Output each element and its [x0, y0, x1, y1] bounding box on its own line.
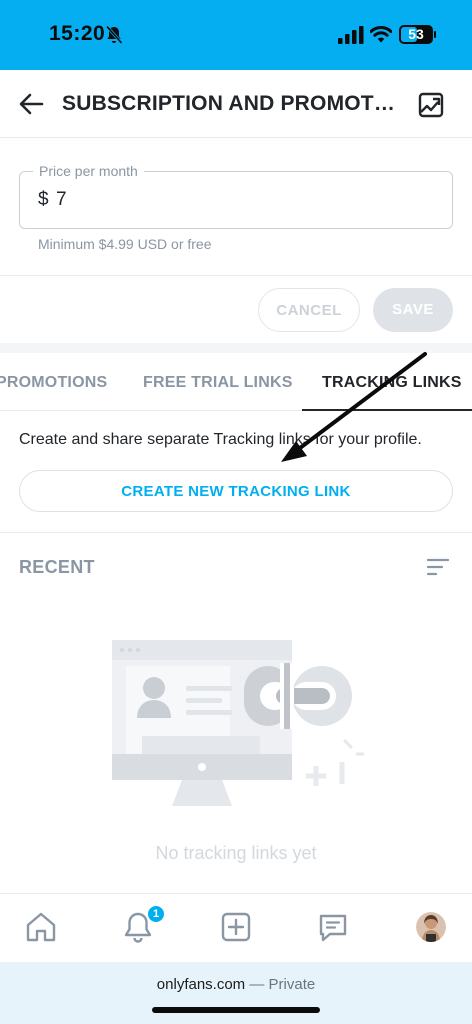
- recent-heading: RECENT: [19, 557, 95, 577]
- tab-promotions[interactable]: PROMOTIONS: [0, 374, 107, 392]
- tab-tracking-links[interactable]: TRACKING LINKS: [322, 374, 462, 392]
- tab-free-trial-links[interactable]: FREE TRIAL LINKS: [143, 374, 293, 392]
- battery-icon: 53: [399, 25, 433, 44]
- back-arrow-icon[interactable]: [18, 92, 44, 116]
- empty-state-illustration: [112, 640, 364, 806]
- section-separator: [0, 343, 472, 353]
- create-tracking-link-button[interactable]: CREATE NEW TRACKING LINK: [19, 470, 453, 512]
- home-indicator[interactable]: [152, 1007, 320, 1013]
- cancel-button[interactable]: CANCEL: [258, 288, 360, 332]
- page-title: SUBSCRIPTION AND PROMOTIONS: [62, 92, 398, 115]
- gallery-icon[interactable]: [418, 92, 444, 118]
- browser-address-bar[interactable]: onlyfans.com — Private: [0, 962, 472, 1024]
- bell-slash-icon: [105, 25, 123, 44]
- price-label: Price per month: [33, 163, 144, 179]
- status-time: 15:20: [49, 22, 106, 45]
- divider: [0, 532, 472, 533]
- active-tab-indicator: [302, 409, 472, 411]
- sort-icon[interactable]: [426, 557, 450, 577]
- home-icon[interactable]: [24, 910, 58, 944]
- divider: [0, 275, 472, 276]
- signal-icon: [338, 26, 364, 44]
- tracking-description: Create and share separate Tracking links…: [19, 431, 422, 448]
- save-button[interactable]: SAVE: [373, 288, 453, 332]
- message-icon[interactable]: [316, 910, 350, 944]
- bottom-nav: [0, 893, 472, 962]
- notification-badge: 1: [146, 904, 166, 924]
- price-currency: $: [38, 189, 49, 210]
- url-domain: onlyfans.com: [156, 976, 246, 993]
- url-line: onlyfans.com — Private: [0, 976, 472, 993]
- add-icon[interactable]: [219, 910, 253, 944]
- wifi-icon: [370, 26, 392, 43]
- price-value[interactable]: 7: [56, 189, 67, 211]
- battery-cap: [434, 31, 436, 38]
- empty-state-text: No tracking links yet: [155, 843, 317, 863]
- promotion-tabs: PROMOTIONS FREE TRIAL LINKS TRACKING LIN…: [0, 353, 472, 411]
- price-hint: Minimum $4.99 USD or free: [38, 236, 212, 252]
- browsing-mode: Private: [268, 976, 316, 993]
- avatar[interactable]: [416, 912, 446, 942]
- url-separator: —: [245, 976, 269, 993]
- price-input[interactable]: [19, 171, 453, 229]
- status-bar: 15:20 53: [0, 0, 472, 70]
- battery-percent: 53: [408, 26, 424, 42]
- page-header: SUBSCRIPTION AND PROMOTIONS: [0, 70, 472, 138]
